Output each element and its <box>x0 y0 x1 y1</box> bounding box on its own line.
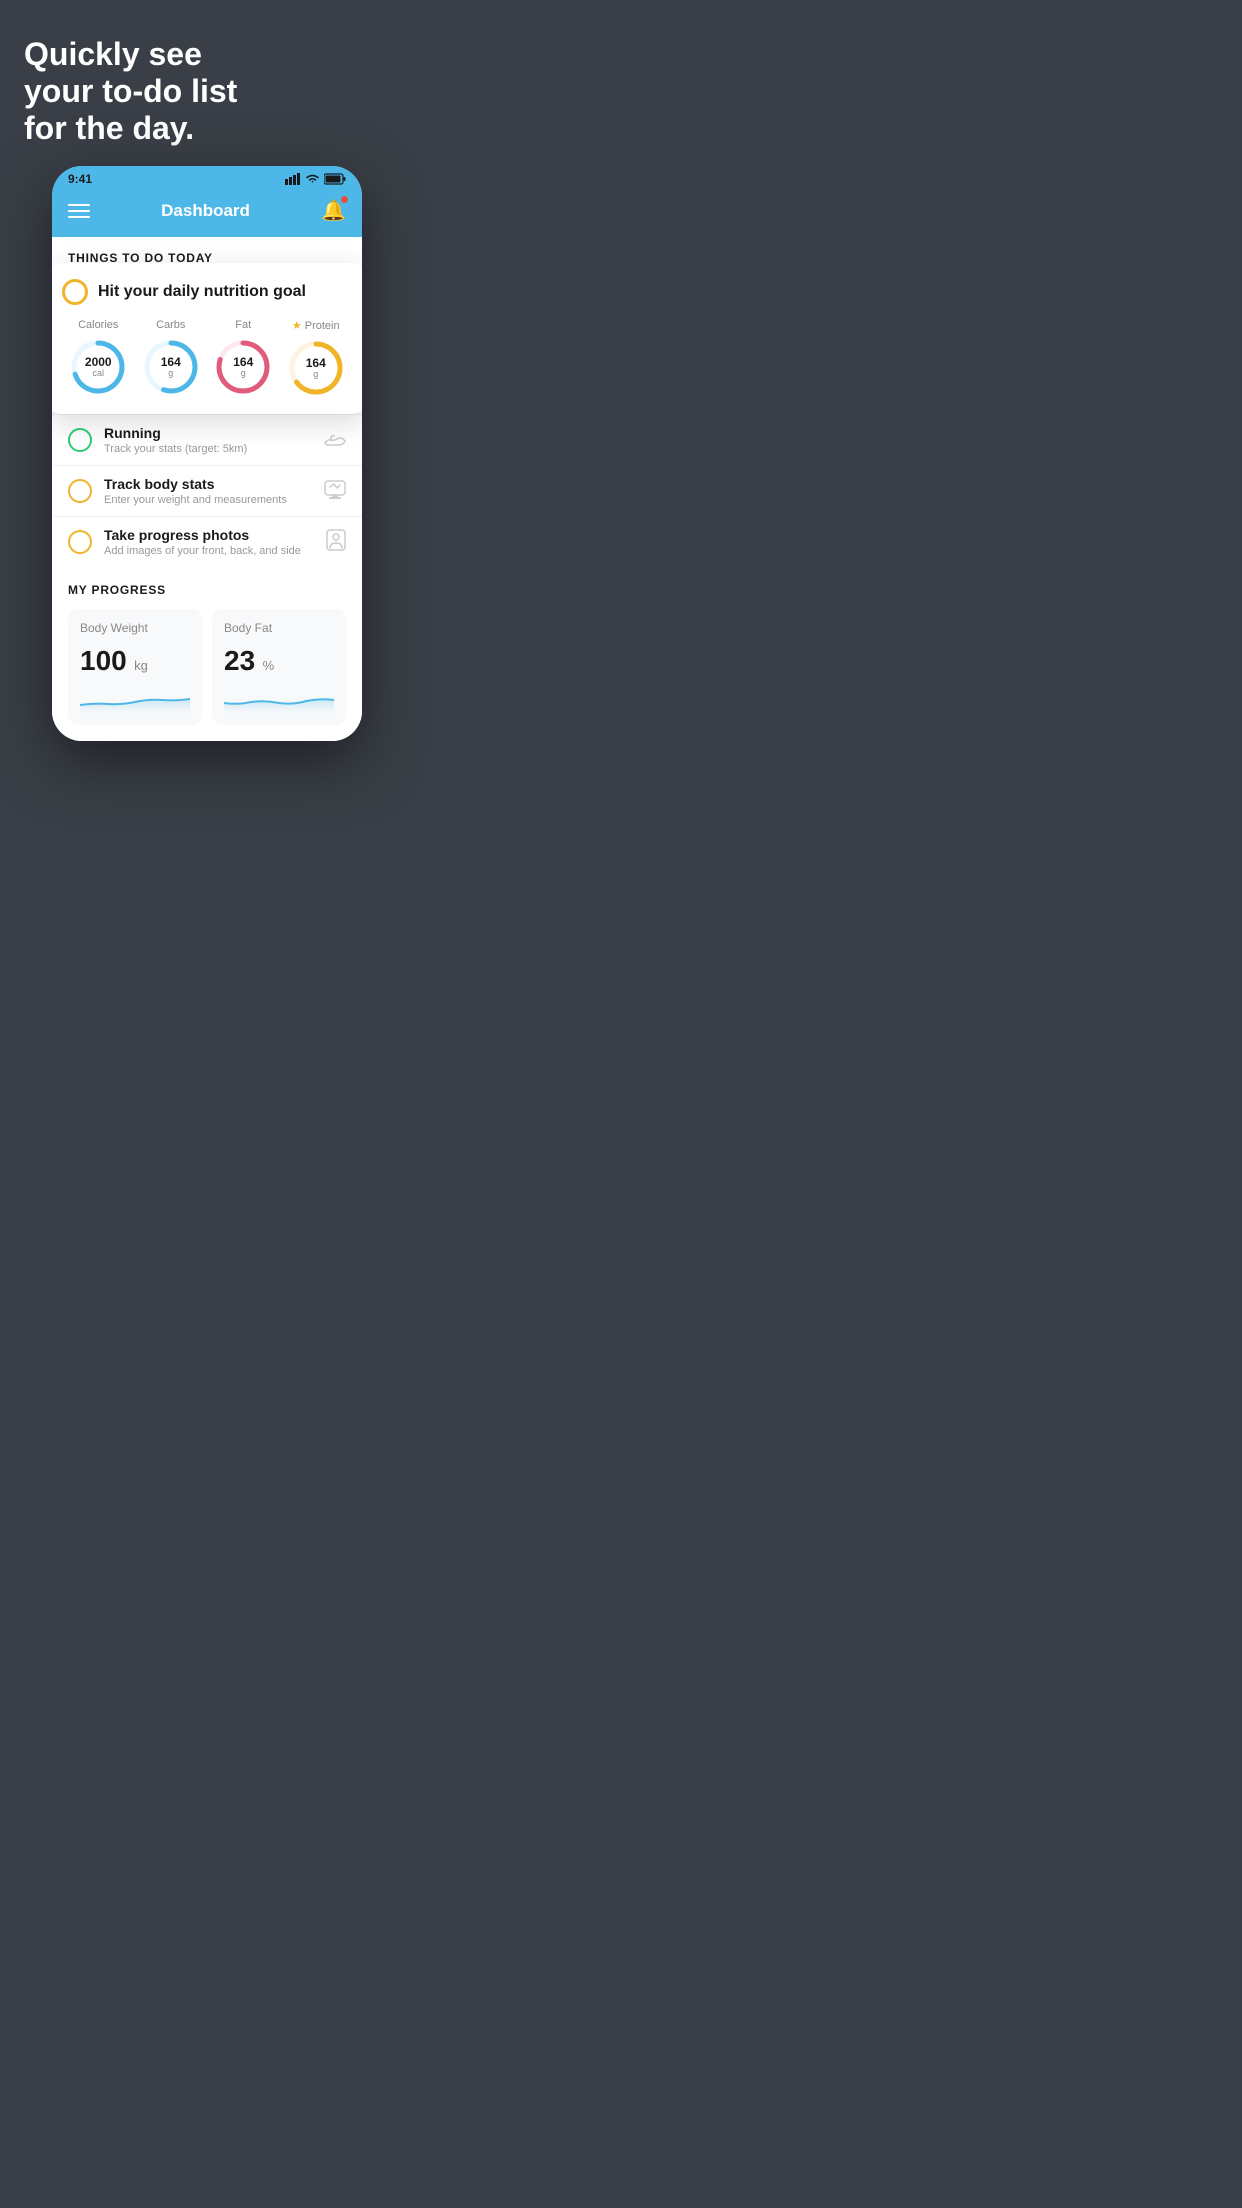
person-icon <box>326 529 346 556</box>
protein-col: ★Protein 164 g <box>286 319 346 398</box>
time-display: 9:41 <box>68 172 92 186</box>
notification-bell-icon[interactable]: 🔔 <box>321 198 346 223</box>
fat-unit: g <box>233 368 253 378</box>
todo-text-body-stats: Track body stats Enter your weight and m… <box>104 476 312 506</box>
calories-unit: cal <box>85 368 112 378</box>
hero-text: Quickly see your to-do list for the day. <box>0 0 414 166</box>
phone-mockup: 9:41 <box>52 166 362 741</box>
scale-icon <box>324 479 346 504</box>
wifi-icon <box>305 173 320 185</box>
todo-circle-running <box>68 428 92 452</box>
body-fat-value: 23 <box>224 645 255 676</box>
todo-circle-photos <box>68 530 92 554</box>
progress-cards: Body Weight 100 kg <box>68 609 346 741</box>
notification-dot <box>341 196 348 203</box>
body-weight-card[interactable]: Body Weight 100 kg <box>68 609 202 725</box>
todo-subtitle-photos: Add images of your front, back, and side <box>104 545 314 557</box>
todo-circle-body-stats <box>68 479 92 503</box>
fat-ring: 164 g <box>213 337 273 397</box>
todo-item-body-stats[interactable]: Track body stats Enter your weight and m… <box>52 465 362 516</box>
todo-item-photos[interactable]: Take progress photos Add images of your … <box>52 516 362 567</box>
protein-value: 164 <box>306 357 326 369</box>
todo-subtitle-running: Track your stats (target: 5km) <box>104 443 312 455</box>
protein-ring: 164 g <box>286 338 346 398</box>
carbs-col: Carbs 164 g <box>141 319 201 398</box>
carbs-value: 164 <box>161 356 181 368</box>
carbs-unit: g <box>161 368 181 378</box>
running-shoe-icon <box>324 429 346 452</box>
menu-icon[interactable] <box>68 204 90 218</box>
nutrition-columns: Calories 2000 cal <box>62 319 352 398</box>
calories-ring: 2000 cal <box>68 337 128 397</box>
nutrition-check-circle[interactable] <box>62 279 88 305</box>
todo-title-photos: Take progress photos <box>104 527 314 543</box>
body-fat-title: Body Fat <box>224 621 334 635</box>
body-weight-chart <box>80 685 190 713</box>
battery-icon <box>324 173 346 185</box>
header-title: Dashboard <box>161 201 250 221</box>
body-weight-value: 100 <box>80 645 127 676</box>
body-fat-card[interactable]: Body Fat 23 % <box>212 609 346 725</box>
protein-unit: g <box>306 369 326 379</box>
fat-value: 164 <box>233 356 253 368</box>
protein-label: ★Protein <box>292 319 340 332</box>
progress-section: MY PROGRESS Body Weight 100 kg <box>52 567 362 741</box>
fat-col: Fat 164 g <box>213 319 273 398</box>
calories-col: Calories 2000 cal <box>68 319 128 398</box>
nutrition-card-title: Hit your daily nutrition goal <box>98 283 306 301</box>
signal-icon <box>285 173 301 185</box>
protein-star-icon: ★ <box>292 319 302 332</box>
todo-text-running: Running Track your stats (target: 5km) <box>104 425 312 455</box>
calories-value: 2000 <box>85 356 112 368</box>
body-fat-unit: % <box>263 658 275 673</box>
todo-title-body-stats: Track body stats <box>104 476 312 492</box>
app-header: Dashboard 🔔 <box>52 190 362 237</box>
nutrition-card: Hit your daily nutrition goal Calories <box>52 263 362 414</box>
calories-label: Calories <box>78 319 118 331</box>
body-weight-title: Body Weight <box>80 621 190 635</box>
carbs-ring: 164 g <box>141 337 201 397</box>
progress-header: MY PROGRESS <box>68 583 346 597</box>
todo-text-photos: Take progress photos Add images of your … <box>104 527 314 557</box>
fat-label: Fat <box>235 319 251 331</box>
todo-subtitle-body-stats: Enter your weight and measurements <box>104 494 312 506</box>
status-icons <box>285 173 346 185</box>
todo-item-running[interactable]: Running Track your stats (target: 5km) <box>52 414 362 465</box>
body-weight-unit: kg <box>134 658 148 673</box>
status-bar: 9:41 <box>52 166 362 190</box>
body-fat-chart <box>224 685 334 713</box>
carbs-label: Carbs <box>156 319 185 331</box>
todo-title-running: Running <box>104 425 312 441</box>
